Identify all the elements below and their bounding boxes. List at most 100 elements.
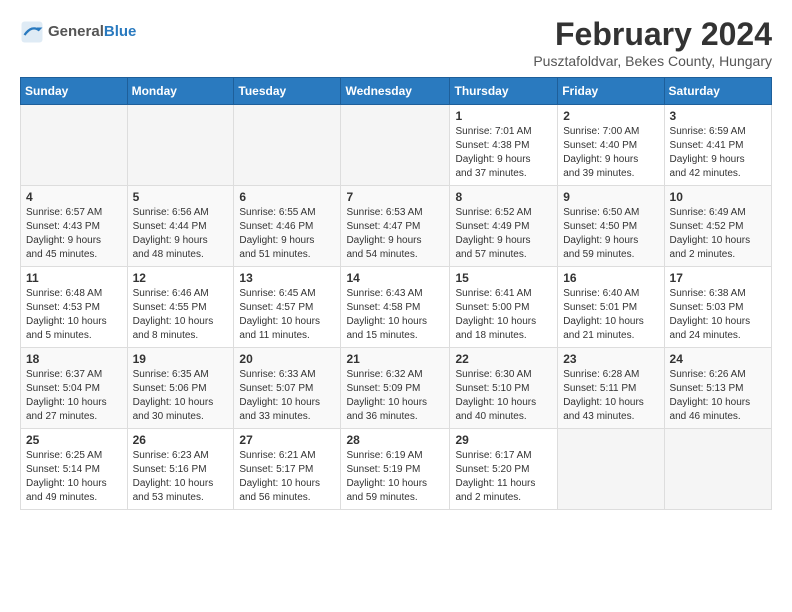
day-info: Sunrise: 6:53 AM Sunset: 4:47 PM Dayligh… bbox=[346, 206, 444, 262]
calendar-cell: 12 Sunrise: 6:46 AM Sunset: 4:55 PM Dayli… bbox=[127, 267, 234, 348]
day-info: Sunrise: 6:21 AM Sunset: 5:17 PM Dayligh… bbox=[239, 449, 335, 505]
day-number: 27 bbox=[239, 433, 335, 447]
day-number: 19 bbox=[133, 352, 229, 366]
day-info: Sunrise: 7:00 AM Sunset: 4:40 PM Dayligh… bbox=[563, 125, 658, 181]
calendar-cell bbox=[558, 429, 664, 510]
calendar-cell: 13Sunrise: 6:45 AM Sunset: 4:57 PM Dayli… bbox=[234, 267, 341, 348]
calendar-cell: 20Sunrise: 6:33 AM Sunset: 5:07 PM Dayli… bbox=[234, 348, 341, 429]
day-number: 3 bbox=[670, 109, 766, 123]
calendar-cell: 25 Sunrise: 6:25 AM Sunset: 5:14 PM Dayli… bbox=[21, 429, 128, 510]
calendar-cell: 19 Sunrise: 6:35 AM Sunset: 5:06 PM Dayli… bbox=[127, 348, 234, 429]
day-info: Sunrise: 6:30 AM Sunset: 5:10 PM Dayligh… bbox=[455, 368, 552, 424]
day-number: 12 bbox=[133, 271, 229, 285]
calendar-cell: 3 Sunrise: 6:59 AM Sunset: 4:41 PM Daylig… bbox=[664, 105, 771, 186]
day-info: Sunrise: 6:49 AM Sunset: 4:52 PM Dayligh… bbox=[670, 206, 766, 262]
day-info: Sunrise: 6:40 AM Sunset: 5:01 PM Dayligh… bbox=[563, 287, 658, 343]
day-info: Sunrise: 6:43 AM Sunset: 4:58 PM Dayligh… bbox=[346, 287, 444, 343]
day-number: 23 bbox=[563, 352, 658, 366]
calendar-cell: 29Sunrise: 6:17 AM Sunset: 5:20 PM Dayli… bbox=[450, 429, 558, 510]
day-info: Sunrise: 6:50 AM Sunset: 4:50 PM Dayligh… bbox=[563, 206, 658, 262]
day-info: Sunrise: 6:56 AM Sunset: 4:44 PM Dayligh… bbox=[133, 206, 229, 262]
day-info: Sunrise: 6:32 AM Sunset: 5:09 PM Dayligh… bbox=[346, 368, 444, 424]
calendar-cell bbox=[664, 429, 771, 510]
weekday-header-thursday: Thursday bbox=[450, 78, 558, 105]
calendar-cell: 16 Sunrise: 6:40 AM Sunset: 5:01 PM Dayli… bbox=[558, 267, 664, 348]
calendar-cell: 6Sunrise: 6:55 AM Sunset: 4:46 PM Daylig… bbox=[234, 186, 341, 267]
logo: GeneralBlue bbox=[20, 20, 136, 44]
day-info: Sunrise: 6:23 AM Sunset: 5:16 PM Dayligh… bbox=[133, 449, 229, 505]
day-number: 25 bbox=[26, 433, 122, 447]
day-number: 24 bbox=[670, 352, 766, 366]
calendar-week-row: 11 Sunrise: 6:48 AM Sunset: 4:53 PM Dayli… bbox=[21, 267, 772, 348]
day-number: 21 bbox=[346, 352, 444, 366]
calendar-cell: 27 Sunrise: 6:21 AM Sunset: 5:17 PM Dayli… bbox=[234, 429, 341, 510]
day-info: Sunrise: 6:57 AM Sunset: 4:43 PM Dayligh… bbox=[26, 206, 122, 262]
weekday-header-sunday: Sunday bbox=[21, 78, 128, 105]
day-number: 16 bbox=[563, 271, 658, 285]
day-number: 28 bbox=[346, 433, 444, 447]
weekday-header-monday: Monday bbox=[127, 78, 234, 105]
page-title: February 2024 bbox=[533, 16, 772, 53]
day-number: 22 bbox=[455, 352, 552, 366]
weekday-header-wednesday: Wednesday bbox=[341, 78, 450, 105]
day-number: 2 bbox=[563, 109, 658, 123]
weekday-header-tuesday: Tuesday bbox=[234, 78, 341, 105]
day-number: 29 bbox=[455, 433, 552, 447]
day-number: 20 bbox=[239, 352, 335, 366]
weekday-header-friday: Friday bbox=[558, 78, 664, 105]
day-info: Sunrise: 6:25 AM Sunset: 5:14 PM Dayligh… bbox=[26, 449, 122, 505]
calendar-week-row: 1 Sunrise: 7:01 AM Sunset: 4:38 PM Daylig… bbox=[21, 105, 772, 186]
day-number: 13 bbox=[239, 271, 335, 285]
day-info: Sunrise: 6:38 AM Sunset: 5:03 PM Dayligh… bbox=[670, 287, 766, 343]
day-number: 14 bbox=[346, 271, 444, 285]
day-info: Sunrise: 6:37 AM Sunset: 5:04 PM Dayligh… bbox=[26, 368, 122, 424]
calendar-cell: 5 Sunrise: 6:56 AM Sunset: 4:44 PM Daylig… bbox=[127, 186, 234, 267]
day-info: Sunrise: 7:01 AM Sunset: 4:38 PM Dayligh… bbox=[455, 125, 552, 181]
weekday-header-row: SundayMondayTuesdayWednesdayThursdayFrid… bbox=[21, 78, 772, 105]
calendar-cell: 26 Sunrise: 6:23 AM Sunset: 5:16 PM Dayli… bbox=[127, 429, 234, 510]
calendar-cell: 1 Sunrise: 7:01 AM Sunset: 4:38 PM Daylig… bbox=[450, 105, 558, 186]
calendar-cell: 24 Sunrise: 6:26 AM Sunset: 5:13 PM Dayli… bbox=[664, 348, 771, 429]
day-info: Sunrise: 6:46 AM Sunset: 4:55 PM Dayligh… bbox=[133, 287, 229, 343]
day-info: Sunrise: 6:26 AM Sunset: 5:13 PM Dayligh… bbox=[670, 368, 766, 424]
calendar-cell: 21 Sunrise: 6:32 AM Sunset: 5:09 PM Dayli… bbox=[341, 348, 450, 429]
calendar-cell: 17 Sunrise: 6:38 AM Sunset: 5:03 PM Dayli… bbox=[664, 267, 771, 348]
day-info: Sunrise: 6:19 AM Sunset: 5:19 PM Dayligh… bbox=[346, 449, 444, 505]
day-info: Sunrise: 6:48 AM Sunset: 4:53 PM Dayligh… bbox=[26, 287, 122, 343]
calendar-cell bbox=[127, 105, 234, 186]
day-number: 7 bbox=[346, 190, 444, 204]
day-info: Sunrise: 6:35 AM Sunset: 5:06 PM Dayligh… bbox=[133, 368, 229, 424]
calendar-week-row: 4Sunrise: 6:57 AM Sunset: 4:43 PM Daylig… bbox=[21, 186, 772, 267]
day-info: Sunrise: 6:59 AM Sunset: 4:41 PM Dayligh… bbox=[670, 125, 766, 181]
calendar-cell bbox=[21, 105, 128, 186]
title-block: February 2024 Pusztafoldvar, Bekes Count… bbox=[533, 16, 772, 69]
day-number: 17 bbox=[670, 271, 766, 285]
calendar-cell: 23Sunrise: 6:28 AM Sunset: 5:11 PM Dayli… bbox=[558, 348, 664, 429]
day-number: 6 bbox=[239, 190, 335, 204]
calendar-cell: 8 Sunrise: 6:52 AM Sunset: 4:49 PM Daylig… bbox=[450, 186, 558, 267]
calendar-cell: 2 Sunrise: 7:00 AM Sunset: 4:40 PM Daylig… bbox=[558, 105, 664, 186]
day-number: 11 bbox=[26, 271, 122, 285]
calendar-cell: 11 Sunrise: 6:48 AM Sunset: 4:53 PM Dayli… bbox=[21, 267, 128, 348]
calendar-cell: 22 Sunrise: 6:30 AM Sunset: 5:10 PM Dayli… bbox=[450, 348, 558, 429]
calendar-cell bbox=[341, 105, 450, 186]
weekday-header-saturday: Saturday bbox=[664, 78, 771, 105]
calendar-cell: 4Sunrise: 6:57 AM Sunset: 4:43 PM Daylig… bbox=[21, 186, 128, 267]
logo-blue-text: Blue bbox=[104, 23, 137, 40]
calendar-cell: 28 Sunrise: 6:19 AM Sunset: 5:19 PM Dayli… bbox=[341, 429, 450, 510]
calendar-table: SundayMondayTuesdayWednesdayThursdayFrid… bbox=[20, 77, 772, 510]
day-number: 18 bbox=[26, 352, 122, 366]
day-number: 10 bbox=[670, 190, 766, 204]
day-number: 5 bbox=[133, 190, 229, 204]
calendar-week-row: 18 Sunrise: 6:37 AM Sunset: 5:04 PM Dayli… bbox=[21, 348, 772, 429]
day-number: 26 bbox=[133, 433, 229, 447]
calendar-cell: 14 Sunrise: 6:43 AM Sunset: 4:58 PM Dayli… bbox=[341, 267, 450, 348]
calendar-cell bbox=[234, 105, 341, 186]
day-info: Sunrise: 6:41 AM Sunset: 5:00 PM Dayligh… bbox=[455, 287, 552, 343]
day-info: Sunrise: 6:52 AM Sunset: 4:49 PM Dayligh… bbox=[455, 206, 552, 262]
day-number: 1 bbox=[455, 109, 552, 123]
day-number: 8 bbox=[455, 190, 552, 204]
calendar-cell: 7 Sunrise: 6:53 AM Sunset: 4:47 PM Daylig… bbox=[341, 186, 450, 267]
logo-icon bbox=[20, 20, 44, 44]
calendar-cell: 9Sunrise: 6:50 AM Sunset: 4:50 PM Daylig… bbox=[558, 186, 664, 267]
